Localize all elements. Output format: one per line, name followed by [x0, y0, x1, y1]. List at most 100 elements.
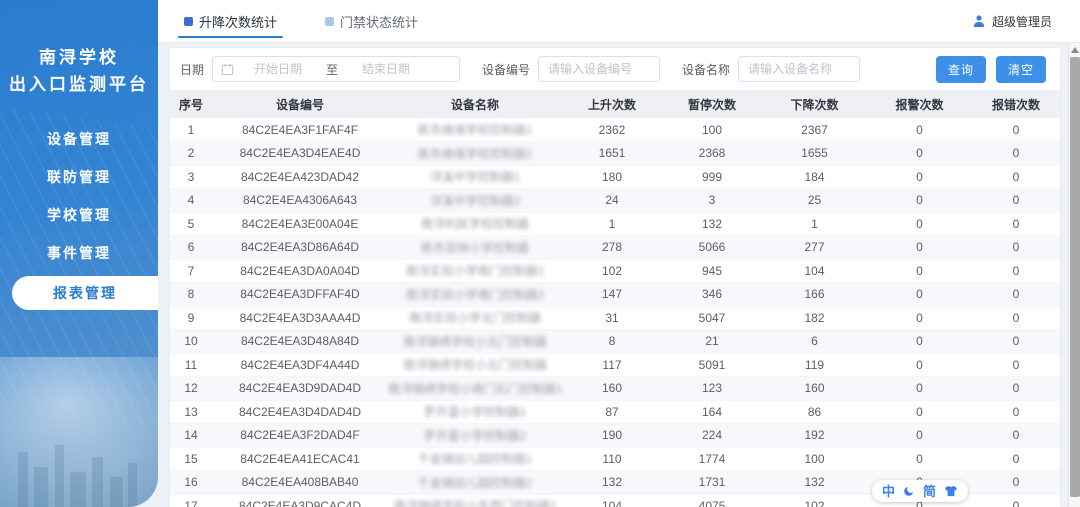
table-cell: 84C2E4EA3D9DAD4D — [212, 376, 388, 401]
table-header-cell: 报警次数 — [867, 90, 972, 118]
sidebar-item-0[interactable]: 设备管理 — [0, 120, 158, 158]
table-cell: 0 — [972, 423, 1060, 448]
device-id-input[interactable] — [538, 56, 661, 82]
table-cell: 87 — [562, 400, 662, 424]
table-cell: 84C2E4EA41ECAC41 — [212, 447, 388, 471]
table-cell: 8 — [562, 329, 662, 354]
shirt-icon[interactable] — [944, 485, 958, 497]
translate-widget[interactable]: 中 简 — [871, 480, 968, 502]
filter-buttons: 查询 清空 — [935, 55, 1046, 83]
app-title-line2: 出入口监测平台 — [9, 75, 149, 94]
user-menu[interactable]: 超级管理员 — [972, 13, 1052, 30]
scrollbar-thumb[interactable] — [1070, 57, 1080, 497]
app-title-line1: 南浔学校 — [39, 48, 119, 67]
end-date-input[interactable] — [342, 62, 431, 76]
app-title: 南浔学校 出入口监测平台 — [0, 44, 158, 98]
table-row: 14 84C2E4EA3F2DAD4F 罗开富小学控制器2 190 224 192 0 0 — [170, 423, 1060, 448]
table-cell: 10 — [170, 329, 212, 354]
table-cell: 0 — [867, 353, 972, 377]
sidebar-city-skyline-decoration — [0, 437, 158, 507]
table-cell: 0 — [867, 118, 972, 142]
cell-device-name: 练市双林小学控制器 — [388, 235, 562, 260]
table-cell: 84C2E4EA408BAB40 — [212, 470, 388, 495]
chinese-language-icon[interactable]: 中 — [882, 485, 895, 498]
table-row: 12 84C2E4EA3D9DAD4D 南浔锦绣学校小南门石门控制器1 160 123 1… — [170, 376, 1060, 401]
simplified-chinese-icon[interactable]: 简 — [923, 485, 936, 498]
dark-mode-moon-icon[interactable] — [903, 485, 915, 497]
table-body: 1 84C2E4EA3F1FAF4F 练市缘缘学校控制器1 2362 100 2367 0 0… — [170, 118, 1060, 507]
table-cell: 147 — [562, 282, 662, 307]
table-cell: 84C2E4EA3D9CAC4D — [212, 494, 388, 507]
tab-0[interactable]: 升降次数统计 — [177, 0, 284, 42]
cell-device-name: 南浔实验小学南门控制器1 — [388, 259, 562, 283]
table-cell: 100 — [662, 118, 762, 142]
table-cell: 2368 — [662, 141, 762, 166]
table-cell: 7 — [170, 259, 212, 283]
vertical-scrollbar[interactable] — [1068, 43, 1080, 507]
table-cell: 0 — [972, 470, 1060, 495]
sidebar: 南浔学校 出入口监测平台 设备管理 联防管理 学校管理 事件管理报表管理 — [0, 0, 158, 507]
table-cell: 11 — [170, 353, 212, 377]
sidebar-item-3[interactable]: 事件管理 — [0, 234, 158, 272]
table-cell: 84C2E4EA3D48A84D — [212, 329, 388, 354]
sidebar-item-1[interactable]: 联防管理 — [0, 158, 158, 196]
sidebar-item-2[interactable]: 学校管理 — [0, 196, 158, 234]
table-cell: 16 — [170, 470, 212, 495]
table-cell: 6 — [170, 235, 212, 260]
user-name: 超级管理员 — [991, 14, 1052, 29]
device-name-input[interactable] — [738, 56, 861, 82]
table-header-cell: 下降次数 — [762, 90, 867, 118]
table-row: 1 84C2E4EA3F1FAF4F 练市缘缘学校控制器1 2362 100 2367 0 0 — [170, 118, 1060, 142]
scrollbar-up-arrow-icon[interactable] — [1071, 47, 1079, 53]
table-cell: 0 — [867, 235, 972, 260]
table-cell: 5091 — [662, 353, 762, 377]
table-cell: 0 — [972, 447, 1060, 471]
table-header-cell: 暂停次数 — [662, 90, 762, 118]
table-cell: 1651 — [562, 141, 662, 166]
table-cell: 84C2E4EA3F1FAF4F — [212, 118, 388, 142]
table-cell: 84C2E4EA3D4EAE4D — [212, 141, 388, 166]
table-cell: 84C2E4EA3D4DAD4D — [212, 400, 388, 424]
table-cell: 84C2E4EA3DA0A04D — [212, 259, 388, 283]
table-cell: 0 — [972, 329, 1060, 354]
table-cell: 0 — [867, 141, 972, 166]
table-cell: 180 — [562, 165, 662, 189]
table-header-cell: 设备名称 — [388, 90, 562, 118]
table-cell: 0 — [867, 400, 972, 424]
table-cell: 31 — [562, 306, 662, 330]
table-cell: 84C2E4EA4306A643 — [212, 188, 388, 213]
table-cell: 1731 — [662, 470, 762, 495]
table-cell: 1 — [762, 212, 867, 236]
table-cell: 132 — [662, 212, 762, 236]
table-row: 7 84C2E4EA3DA0A04D 南浔实验小学南门控制器1 102 945 104 0 0 — [170, 259, 1060, 283]
search-button[interactable]: 查询 — [935, 55, 986, 83]
table-cell: 123 — [662, 376, 762, 401]
date-range-picker[interactable]: 至 — [212, 56, 461, 82]
table-cell: 0 — [972, 376, 1060, 401]
table-cell: 1774 — [662, 447, 762, 471]
device-id-label: 设备编号 — [482, 62, 531, 77]
table-cell: 84C2E4EA423DAD42 — [212, 165, 388, 189]
tab-bar: 升降次数统计 门禁状态统计 — [177, 0, 462, 42]
table-cell: 0 — [972, 212, 1060, 236]
table-cell: 6 — [762, 329, 867, 354]
table-cell: 0 — [972, 235, 1060, 260]
start-date-input[interactable] — [234, 62, 323, 76]
table-cell: 84C2E4EA3D3AAA4D — [212, 306, 388, 330]
device-name-label: 设备名称 — [682, 62, 731, 77]
cell-device-name: 千金镇幼儿园控制器2 — [388, 470, 562, 495]
table-cell: 1 — [170, 118, 212, 142]
table-cell: 192 — [762, 423, 867, 448]
date-label: 日期 — [180, 62, 205, 77]
clear-button[interactable]: 清空 — [995, 55, 1046, 83]
table-cell: 8 — [170, 282, 212, 307]
table-row: 6 84C2E4EA3D86A64D 练市双林小学控制器 278 5066 277 0 0 — [170, 235, 1060, 260]
table-cell: 166 — [762, 282, 867, 307]
sidebar-item-4[interactable]: 报表管理 — [12, 276, 158, 310]
table-cell: 5047 — [662, 306, 762, 330]
cell-device-name: 练市缘缘学校控制器1 — [388, 118, 562, 142]
tab-1[interactable]: 门禁状态统计 — [321, 0, 422, 42]
tab-label: 门禁状态统计 — [340, 14, 419, 30]
table-cell: 0 — [867, 212, 972, 236]
table-cell: 5066 — [662, 235, 762, 260]
